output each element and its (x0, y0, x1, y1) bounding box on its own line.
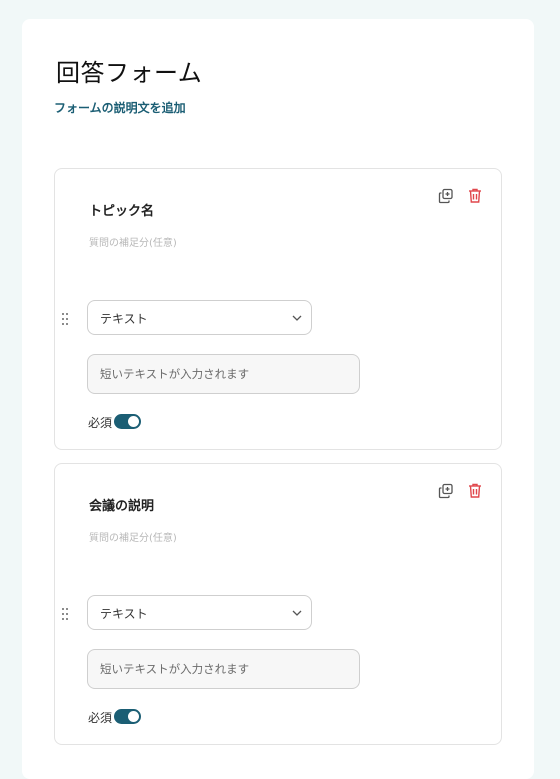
drag-handle[interactable] (61, 311, 69, 325)
question-type-select[interactable]: テキスト (87, 595, 312, 630)
question-title[interactable]: 会議の説明 (89, 495, 154, 514)
trash-icon (469, 483, 481, 498)
toggle-knob (128, 416, 139, 427)
delete-question-button[interactable] (467, 187, 483, 204)
required-label: 必須 (88, 416, 113, 430)
question-type-value: テキスト (100, 607, 148, 621)
short-answer-field[interactable] (87, 354, 360, 394)
drag-handle-icon (62, 313, 68, 325)
form-editor-panel: 回答フォーム フォームの説明文を追加 トピック名 質問の補足分(任意) テキスト… (22, 19, 534, 779)
question-type-value: テキスト (100, 312, 148, 326)
copy-question-button[interactable] (438, 188, 454, 204)
question-card: 会議の説明 質問の補足分(任意) テキスト 短いテキストが入力されます 必須 (54, 463, 502, 745)
question-title[interactable]: トピック名 (89, 200, 154, 219)
required-toggle[interactable] (114, 709, 141, 724)
add-description-link[interactable]: フォームの説明文を追加 (54, 99, 186, 116)
question-type-select[interactable]: テキスト (87, 300, 312, 335)
required-label: 必須 (88, 711, 113, 725)
chevron-down-icon (292, 610, 302, 616)
copy-icon (438, 483, 453, 499)
toggle-knob (128, 711, 139, 722)
short-answer-field[interactable] (87, 649, 360, 689)
drag-handle[interactable] (61, 606, 69, 620)
copy-question-button[interactable] (438, 483, 454, 499)
copy-icon (438, 188, 453, 204)
trash-icon (469, 188, 481, 203)
question-subtitle[interactable]: 質問の補足分(任意) (89, 529, 177, 544)
question-card: トピック名 質問の補足分(任意) テキスト 短いテキストが入力されます 必須 (54, 168, 502, 450)
drag-handle-icon (62, 608, 68, 620)
delete-question-button[interactable] (467, 482, 483, 499)
chevron-down-icon (292, 315, 302, 321)
form-title[interactable]: 回答フォーム (56, 53, 202, 88)
question-subtitle[interactable]: 質問の補足分(任意) (89, 234, 177, 249)
required-toggle[interactable] (114, 414, 141, 429)
